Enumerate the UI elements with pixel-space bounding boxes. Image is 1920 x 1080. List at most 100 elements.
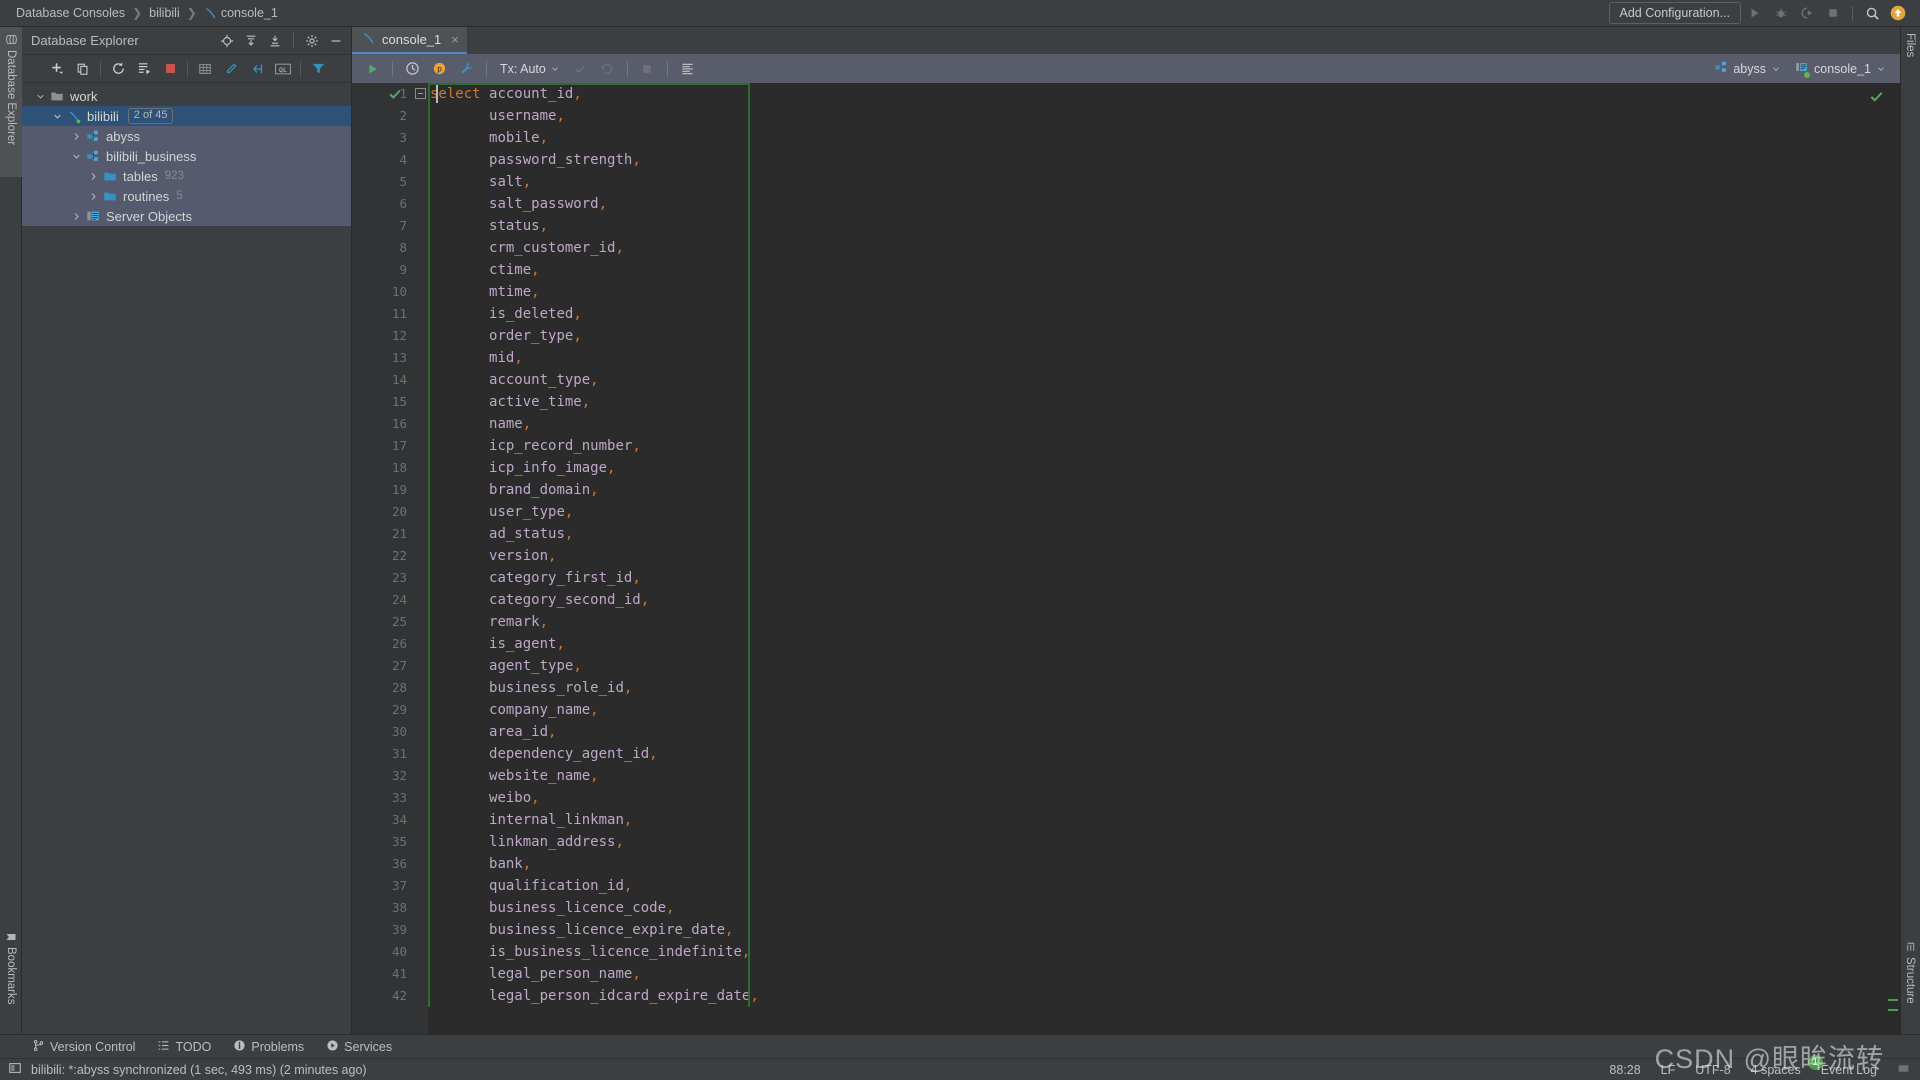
output-lines-icon[interactable] (675, 56, 700, 81)
locate-icon[interactable] (216, 30, 238, 52)
inspection-ok-icon[interactable] (1869, 89, 1884, 104)
code-line[interactable]: business_role_id, (430, 677, 1900, 699)
close-icon[interactable]: × (451, 32, 459, 47)
code-line[interactable]: ad_status, (430, 523, 1900, 545)
code-line[interactable]: brand_domain, (430, 479, 1900, 501)
tree-node-work[interactable]: work (22, 86, 351, 106)
jump-to-console-icon[interactable] (244, 57, 270, 81)
code-line[interactable]: icp_info_image, (430, 457, 1900, 479)
tree-node-routines[interactable]: routines 5 (22, 186, 351, 206)
sql-editor[interactable]: 1 2 3 4 5 6 7 8 9 10 11 12 13 14 15 16 17 18 19 20 21 22 23 24 2… (352, 83, 1900, 1045)
code-line[interactable]: select account_id, (430, 83, 1900, 105)
code-folding-gutter[interactable] (414, 83, 428, 1045)
code-line[interactable]: dependency_agent_id, (430, 743, 1900, 765)
code-line[interactable]: salt_password, (430, 193, 1900, 215)
stripe-button-structure[interactable]: Structure (1900, 935, 1920, 1025)
debug-icon[interactable] (1769, 2, 1793, 24)
run-icon[interactable] (1743, 2, 1767, 24)
stop-icon[interactable] (1821, 2, 1845, 24)
expand-all-icon[interactable] (240, 30, 262, 52)
message-console-icon[interactable] (8, 1061, 22, 1078)
code-line[interactable]: business_licence_expire_date, (430, 919, 1900, 941)
code-line[interactable]: linkman_address, (430, 831, 1900, 853)
code-line[interactable]: category_second_id, (430, 589, 1900, 611)
code-line[interactable]: agent_type, (430, 655, 1900, 677)
code-line[interactable]: category_first_id, (430, 567, 1900, 589)
add-new-icon[interactable] (44, 57, 70, 81)
stop-refresh-icon[interactable] (157, 57, 183, 81)
chevron-right-icon[interactable] (85, 168, 101, 184)
code-line[interactable]: website_name, (430, 765, 1900, 787)
chevron-right-icon[interactable] (85, 188, 101, 204)
code-line[interactable]: mtime, (430, 281, 1900, 303)
tool-button-version-control[interactable]: Version Control (32, 1039, 135, 1055)
chevron-right-icon[interactable] (68, 128, 84, 144)
refresh-icon[interactable] (105, 57, 131, 81)
code-line[interactable]: icp_record_number, (430, 435, 1900, 457)
run-statement-icon[interactable] (388, 86, 402, 100)
ql-icon[interactable]: QL (270, 57, 296, 81)
tool-button-todo[interactable]: TODO (157, 1039, 211, 1055)
tree-node-server-objects[interactable]: Server Objects (22, 206, 351, 226)
tool-button-services[interactable]: Services (326, 1039, 392, 1055)
filter-icon[interactable] (305, 57, 331, 81)
code-line[interactable]: user_type, (430, 501, 1900, 523)
tree-node-bilibili[interactable]: bilibili 2 of 45 (22, 106, 351, 126)
code-line[interactable]: version, (430, 545, 1900, 567)
settings-gear-icon[interactable] (301, 30, 323, 52)
code-line[interactable]: is_business_licence_indefinite, (430, 941, 1900, 963)
stop-square-icon[interactable] (635, 56, 660, 81)
modify-pencil-icon[interactable] (218, 57, 244, 81)
stripe-button-bookmarks[interactable]: Bookmarks (0, 925, 22, 1035)
code-line[interactable]: is_agent, (430, 633, 1900, 655)
add-configuration-button[interactable]: Add Configuration... (1608, 2, 1741, 24)
breadcrumb-item-database-consoles[interactable]: Database Consoles (10, 6, 131, 20)
history-clock-icon[interactable] (400, 56, 425, 81)
memory-indicator[interactable] (1897, 1062, 1910, 1078)
schema-selector[interactable]: abyss (1714, 60, 1781, 77)
copy-icon[interactable] (70, 57, 96, 81)
code-line[interactable]: is_deleted, (430, 303, 1900, 325)
indent-setting[interactable]: 4 spaces (1751, 1063, 1801, 1077)
error-stripe-gutter[interactable] (1870, 83, 1900, 1045)
code-line[interactable]: mobile, (430, 127, 1900, 149)
code-line[interactable]: mid, (430, 347, 1900, 369)
caret-position[interactable]: 88:28 (1609, 1063, 1640, 1077)
breadcrumb-item-console[interactable]: console_1 (198, 6, 284, 20)
chevron-right-icon[interactable] (68, 208, 84, 224)
session-selector[interactable]: console_1 (1795, 60, 1886, 78)
table-editor-icon[interactable] (192, 57, 218, 81)
chevron-down-icon[interactable] (68, 148, 84, 164)
stripe-button-database-explorer[interactable]: Database Explorer (0, 27, 22, 177)
code-line[interactable]: legal_person_name, (430, 963, 1900, 985)
code-line[interactable]: company_name, (430, 699, 1900, 721)
code-line[interactable]: area_id, (430, 721, 1900, 743)
commit-check-icon[interactable] (568, 56, 593, 81)
execute-run-icon[interactable] (360, 56, 385, 81)
file-encoding[interactable]: UTF-8 (1695, 1063, 1730, 1077)
code-line[interactable]: active_time, (430, 391, 1900, 413)
code-line[interactable]: salt, (430, 171, 1900, 193)
code-line[interactable]: account_type, (430, 369, 1900, 391)
code-line[interactable]: name, (430, 413, 1900, 435)
code-content[interactable]: select account_id, username, mobile, pas… (428, 83, 1900, 1045)
fold-collapse-icon[interactable] (415, 88, 426, 99)
search-everywhere-icon[interactable] (1860, 2, 1884, 24)
database-tree[interactable]: work bilibili 2 of 45 abyss bilibili_bus… (22, 83, 351, 226)
tool-button-problems[interactable]: Problems (233, 1039, 304, 1055)
code-line[interactable]: bank, (430, 853, 1900, 875)
transaction-mode-select[interactable]: Tx: Auto (494, 62, 566, 76)
code-line[interactable]: username, (430, 105, 1900, 127)
wrench-settings-icon[interactable] (454, 56, 479, 81)
tree-node-tables[interactable]: tables 923 (22, 166, 351, 186)
rollback-icon[interactable] (595, 56, 620, 81)
tab-console-1[interactable]: console_1 × (352, 27, 467, 54)
code-line[interactable]: internal_linkman, (430, 809, 1900, 831)
hide-minimize-icon[interactable] (325, 30, 347, 52)
sql-script-icon[interactable] (131, 57, 157, 81)
run-with-coverage-icon[interactable] (1795, 2, 1819, 24)
event-log-button[interactable]: 1 Event Log (1807, 1054, 1877, 1077)
chevron-down-icon[interactable] (49, 108, 65, 124)
code-line[interactable]: qualification_id, (430, 875, 1900, 897)
stripe-button-files[interactable]: Files (1900, 27, 1920, 79)
